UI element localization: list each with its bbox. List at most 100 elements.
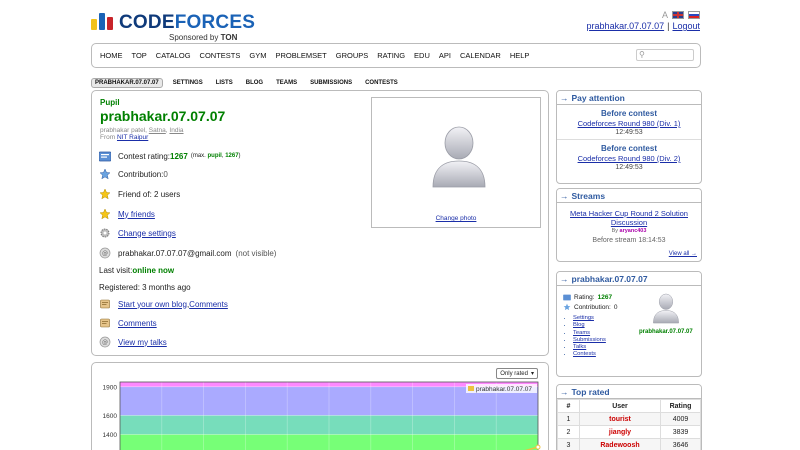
mini-user-name[interactable]: prabhakar.07.07.07 — [639, 329, 693, 335]
pay-attention-header: → Pay attention — [557, 91, 701, 105]
logo-bars-icon — [91, 12, 115, 30]
last-visit-row: Last visit: online now — [99, 266, 175, 275]
main-menu: HOME TOP CATALOG CONTESTS GYM PROBLEMSET… — [91, 43, 701, 68]
comments-icon — [99, 317, 111, 329]
top-rated-box: → Top rated # User Rating 1 tourist 4009 … — [556, 384, 702, 450]
contest-rating-value: 1267 — [170, 151, 188, 161]
streams-header: → Streams — [557, 189, 701, 203]
text-size-icon[interactable]: A — [662, 10, 668, 20]
menu-api[interactable]: API — [439, 51, 451, 60]
streams-box: → Streams Meta Hacker Cup Round 2 Solutio… — [556, 188, 702, 262]
my-friends-row: My friends — [99, 208, 155, 220]
menu-groups[interactable]: GROUPS — [336, 51, 369, 60]
logout-link[interactable]: Logout — [672, 21, 700, 31]
gold-star-icon — [99, 208, 111, 220]
user-rank: Pupil — [100, 98, 120, 107]
tab-contests[interactable]: CONTESTS — [362, 79, 401, 87]
view-talks-link[interactable]: View my talks — [118, 338, 167, 347]
language-switcher: A — [662, 10, 700, 20]
comments-row: Comments — [99, 317, 157, 329]
menu-rating[interactable]: RATING — [377, 51, 405, 60]
profile-card: Pupil prabhakar.07.07.07 prabhakar patel… — [91, 90, 549, 356]
user-handle: prabhakar.07.07.07 — [100, 108, 226, 124]
organization-link[interactable]: NIT Raipur — [117, 134, 148, 141]
logo-wordmark: CODEFORCES — [119, 12, 256, 33]
blog-icon — [99, 298, 111, 310]
menu-contests[interactable]: CONTESTS — [200, 51, 241, 60]
russian-flag-icon[interactable] — [688, 11, 700, 19]
menu-calendar[interactable]: CALENDAR — [460, 51, 501, 60]
gear-icon — [99, 227, 111, 239]
profile-photo-box: Change photo — [371, 97, 541, 228]
top-user-link[interactable]: jiangly — [609, 429, 631, 436]
contest-link-div2[interactable]: Codeforces Round 980 (Div. 2) — [557, 154, 701, 163]
search-input[interactable]: ⚲ — [636, 49, 694, 61]
user-organization: From NIT Raipur — [100, 134, 149, 141]
top-user-link[interactable]: Radewoosh — [600, 442, 639, 449]
rating-point — [535, 444, 541, 450]
contest-countdown-1: Before contest Codeforces Round 980 (Div… — [557, 105, 701, 139]
blog-comments-link[interactable]: Comments — [189, 300, 228, 309]
comments-link[interactable]: Comments — [118, 319, 157, 328]
gold-star-icon — [99, 188, 111, 200]
english-flag-icon[interactable] — [672, 11, 684, 19]
contest-link-div1[interactable]: Codeforces Round 980 (Div. 1) — [557, 119, 701, 128]
rating-chart-card: Only rated▾ 1200140016001900prabhakar.07… — [91, 362, 549, 450]
change-settings-link[interactable]: Change settings — [118, 229, 176, 238]
city-link[interactable]: Satna — [149, 127, 166, 134]
tab-settings[interactable]: SETTINGS — [170, 79, 206, 87]
tab-blog[interactable]: BLOG — [243, 79, 266, 87]
star-icon — [99, 168, 111, 180]
tab-teams[interactable]: TEAMS — [273, 79, 300, 87]
country-link[interactable]: India — [169, 127, 183, 134]
header-username-link[interactable]: prabhakar.07.07.07 — [587, 21, 665, 31]
tab-lists[interactable]: LISTS — [213, 79, 236, 87]
settings-row: Change settings — [99, 227, 176, 239]
start-blog-link[interactable]: Start your own blog — [118, 300, 187, 309]
quick-link-blog[interactable]: Blog — [573, 322, 585, 328]
quick-link-talks[interactable]: Talks — [573, 344, 586, 350]
y-tick-label: 1900 — [103, 384, 118, 391]
menu-top[interactable]: TOP — [132, 51, 147, 60]
column-header: Rating — [660, 399, 701, 413]
menu-home[interactable]: HOME — [100, 51, 123, 60]
tab-profile[interactable]: PRABHAKAR.07.07.07 — [91, 78, 163, 88]
talks-row: @ View my talks — [99, 336, 167, 348]
max-rating: (max. pupil, 1267) — [190, 153, 241, 159]
menu-problemset[interactable]: PROBLEMSET — [275, 51, 326, 60]
mini-avatar-icon — [653, 293, 679, 324]
blog-row: Start your own blog, Comments — [99, 298, 228, 310]
contribution-row: Contribution: 0 — [99, 168, 168, 180]
menu-edu[interactable]: EDU — [414, 51, 430, 60]
talks-icon: @ — [99, 336, 111, 348]
user-avatar-icon — [432, 126, 486, 188]
menu-gym[interactable]: GYM — [249, 51, 266, 60]
email-row: @ prabhakar.07.07.07@gmail.com (not visib… — [99, 247, 276, 259]
tab-submissions[interactable]: SUBMISSIONS — [307, 79, 355, 87]
column-header: User — [579, 399, 661, 413]
user-quick-links: Settings Blog Teams Submissions Talks Co… — [565, 315, 606, 359]
top-user-link[interactable]: tourist — [609, 416, 631, 423]
codeforces-logo[interactable]: CODEFORCES Sponsored by TON — [91, 10, 255, 42]
quick-link-contests[interactable]: Contests — [573, 351, 596, 357]
profile-submenu: PRABHAKAR.07.07.07 SETTINGS LISTS BLOG T… — [91, 78, 401, 88]
quick-link-settings[interactable]: Settings — [573, 315, 594, 321]
legend-label: prabhakar.07.07.07 — [476, 386, 532, 393]
change-photo-link[interactable]: Change photo — [372, 215, 540, 222]
view-all-streams-link[interactable]: View all → — [669, 251, 697, 257]
column-header: # — [557, 399, 580, 413]
quick-link-teams[interactable]: Teams — [573, 330, 590, 336]
my-friends-link[interactable]: My friends — [118, 210, 155, 219]
mini-contribution: Contribution: 0 — [563, 303, 617, 311]
menu-catalog[interactable]: CATALOG — [156, 51, 191, 60]
table-row: 2 jiangly 3839 — [557, 425, 701, 439]
stream-link[interactable]: Meta Hacker Cup Round 2 Solution Discuss… — [561, 209, 697, 227]
stream-author[interactable]: aryanc403 — [620, 228, 647, 234]
svg-text:@: @ — [102, 250, 108, 257]
y-tick-label: 1400 — [103, 432, 118, 439]
email-value: prabhakar.07.07.07@gmail.com — [118, 248, 232, 258]
quick-link-submissions[interactable]: Submissions — [573, 337, 606, 343]
menu-help[interactable]: HELP — [510, 51, 530, 60]
star-icon — [563, 303, 571, 311]
mini-rating: Rating: 1267 — [563, 294, 612, 301]
